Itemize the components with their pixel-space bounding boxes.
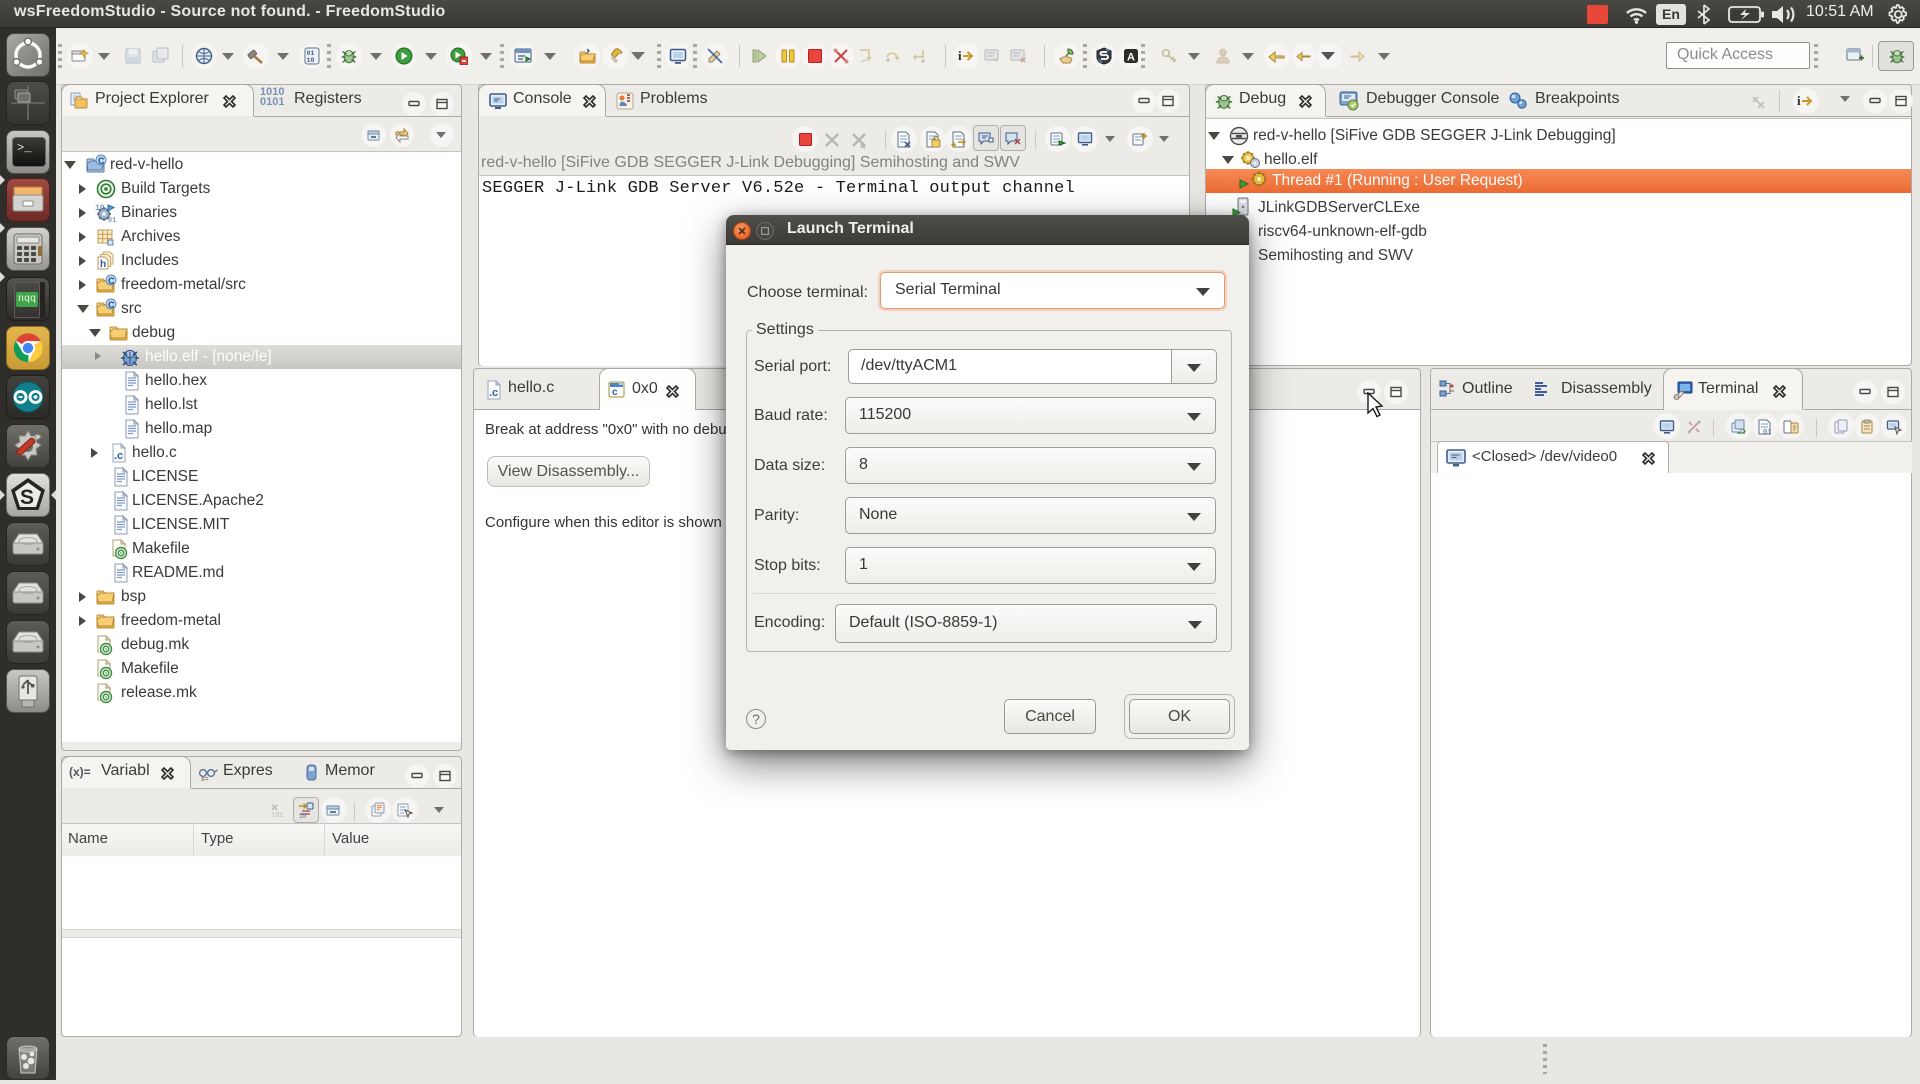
- svg-text:c: c: [612, 387, 618, 398]
- svg-text:01: 01: [307, 50, 315, 57]
- svg-text:i: i: [958, 48, 962, 63]
- svg-text:10: 10: [307, 57, 315, 64]
- svg-text:01: 01: [1763, 429, 1771, 435]
- svg-text:S: S: [20, 486, 34, 509]
- svg-text:101: 101: [271, 812, 284, 819]
- svg-text:A: A: [1127, 52, 1135, 64]
- svg-text:x=: x=: [201, 776, 209, 782]
- svg-text:i: i: [1797, 93, 1801, 108]
- svg-text:10: 10: [299, 813, 307, 818]
